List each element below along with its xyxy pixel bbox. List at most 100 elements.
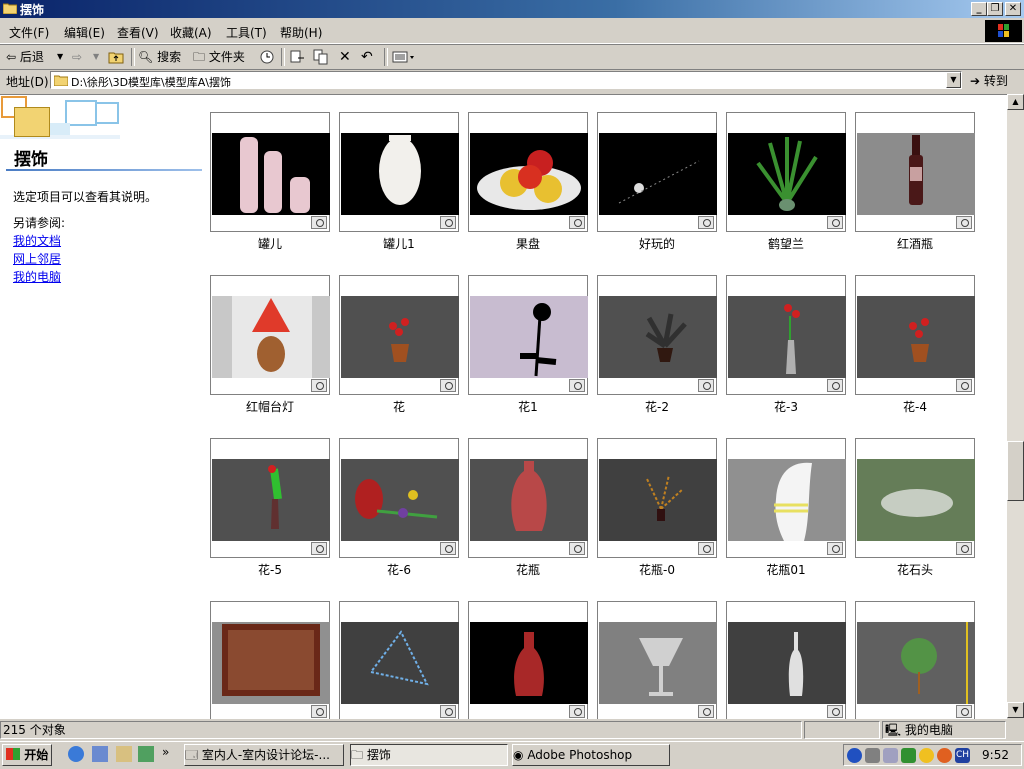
thumbnail-item[interactable] [210, 112, 330, 232]
link-network-places[interactable]: 网上邻居 [13, 250, 61, 267]
forward-button[interactable]: ⇨ [72, 48, 82, 66]
thumbnail-item[interactable] [339, 112, 459, 232]
menu-file[interactable]: 文件(F) [9, 24, 49, 41]
delete-icon[interactable]: ✕ [339, 48, 351, 66]
monitor-icon[interactable] [883, 748, 898, 763]
link-my-computer[interactable]: 我的电脑 [13, 268, 61, 285]
thumbnail-preview [857, 622, 975, 704]
address-dropdown-icon[interactable]: ▼ [946, 72, 961, 88]
start-button[interactable]: 开始 [2, 744, 52, 766]
thumbnail-preview [341, 459, 459, 541]
scroll-down-icon[interactable]: ▼ [1007, 702, 1024, 718]
forward-dropdown-icon[interactable]: ▼ [93, 48, 99, 66]
thumbnail-preview [341, 622, 459, 704]
search-button[interactable]: 🔍︎ 搜索 [138, 48, 181, 66]
3d-file-icon [956, 705, 972, 718]
thumbnail-item[interactable] [855, 438, 975, 558]
back-dropdown-icon[interactable]: ▼ [57, 48, 63, 66]
media-player-icon[interactable] [138, 746, 154, 762]
address-input[interactable]: D:\徐彤\3D模型库\模型库A\摆饰 [50, 71, 962, 89]
thumbnail-preview [470, 622, 588, 704]
folders-icon: 🗀 [193, 50, 206, 64]
thumbnail-item[interactable] [855, 601, 975, 719]
task-explorer-folder[interactable]: 🗀 摆饰 [350, 744, 508, 766]
thumbnail-item[interactable] [855, 275, 975, 395]
menu-favorites[interactable]: 收藏(A) [170, 24, 212, 41]
menu-bar: 文件(F) 编辑(E) 查看(V) 收藏(A) 工具(T) 帮助(H) [0, 19, 1024, 44]
thumbnail-item[interactable] [468, 601, 588, 719]
thumbnail-item[interactable] [855, 112, 975, 232]
task-ie-forum[interactable]: 🗔 室内人-室内设计论坛-... [184, 744, 344, 766]
thumbnail-item[interactable] [210, 601, 330, 719]
quicklaunch-more-icon[interactable]: » [162, 745, 169, 759]
window-title: 摆饰 [20, 3, 45, 17]
thumbnail-item[interactable] [726, 601, 846, 719]
thumbnail-preview [599, 622, 717, 704]
tree-icon[interactable] [901, 748, 916, 763]
item-label: 花石头 [896, 563, 933, 577]
minimize-button[interactable]: _ [971, 2, 987, 16]
messenger-icon[interactable] [937, 748, 952, 763]
thumbnail-item[interactable] [339, 438, 459, 558]
maximize-button[interactable]: ❐ [987, 2, 1003, 16]
photoshop-icon: ◉ [513, 748, 524, 762]
qq-penguin-icon[interactable] [919, 748, 934, 763]
close-button[interactable]: ✕ [1005, 2, 1021, 16]
undo-icon[interactable]: ↶ [361, 48, 373, 66]
menu-tools[interactable]: 工具(T) [226, 24, 267, 41]
3d-file-icon [827, 216, 843, 229]
thumbnail-item[interactable] [597, 438, 717, 558]
internet-explorer-icon[interactable] [68, 746, 84, 762]
item-label: 花瓶-0 [639, 563, 675, 577]
go-button[interactable]: ➔ 转到 [970, 71, 1020, 91]
back-button[interactable]: ⇦ 后退 [6, 48, 44, 66]
history-icon[interactable] [259, 48, 275, 66]
thumbnail-item[interactable] [339, 601, 459, 719]
network-icon[interactable] [865, 748, 880, 763]
thumbnail-preview [470, 459, 588, 541]
desktop-icon[interactable] [116, 746, 132, 762]
thumbnail-preview [728, 622, 846, 704]
thumbnail-item[interactable] [468, 438, 588, 558]
3d-file-icon [311, 542, 327, 555]
thumbnail-item[interactable] [339, 275, 459, 395]
thumbnail-item[interactable] [597, 112, 717, 232]
thumbnail-item[interactable] [468, 112, 588, 232]
copy-to-icon[interactable] [313, 48, 329, 66]
3d-file-icon [311, 705, 327, 718]
thumbnail-item[interactable] [210, 275, 330, 395]
thumbnail-item[interactable] [726, 112, 846, 232]
thumbnail-item[interactable] [597, 601, 717, 719]
up-folder-icon[interactable] [108, 48, 124, 66]
task-photoshop[interactable]: ◉ Adobe Photoshop [512, 744, 670, 766]
folder-icon: 🗀 [351, 748, 364, 762]
folders-button[interactable]: 🗀 文件夹 [193, 48, 245, 66]
scroll-up-icon[interactable]: ▲ [1007, 94, 1024, 110]
folder-icon [2, 2, 18, 15]
search-icon: 🔍︎ [138, 50, 154, 64]
thumbnail-item[interactable] [468, 275, 588, 395]
3d-file-icon [569, 216, 585, 229]
thumbnail-item[interactable] [210, 438, 330, 558]
3d-file-icon [311, 216, 327, 229]
thumbnail-preview [212, 296, 330, 378]
views-button[interactable] [392, 48, 416, 66]
3d-file-icon [698, 705, 714, 718]
menu-help[interactable]: 帮助(H) [280, 24, 322, 41]
vertical-scrollbar[interactable]: ▲ ▼ [1007, 94, 1024, 718]
shield-icon[interactable] [847, 748, 862, 763]
move-to-icon[interactable] [289, 48, 305, 66]
menu-view[interactable]: 查看(V) [117, 24, 159, 41]
link-my-documents[interactable]: 我的文档 [13, 232, 61, 249]
language-indicator[interactable]: CH [955, 748, 970, 763]
thumbnail-item[interactable] [726, 275, 846, 395]
thumbnail-item[interactable] [726, 438, 846, 558]
3d-file-icon [569, 379, 585, 392]
outlook-icon[interactable] [92, 746, 108, 762]
item-label: 花-5 [258, 563, 282, 577]
status-empty-panel [804, 721, 880, 739]
menu-edit[interactable]: 编辑(E) [64, 24, 105, 41]
thumbnail-item[interactable] [597, 275, 717, 395]
scroll-thumb[interactable] [1007, 441, 1024, 501]
item-label: 好玩的 [638, 237, 675, 251]
